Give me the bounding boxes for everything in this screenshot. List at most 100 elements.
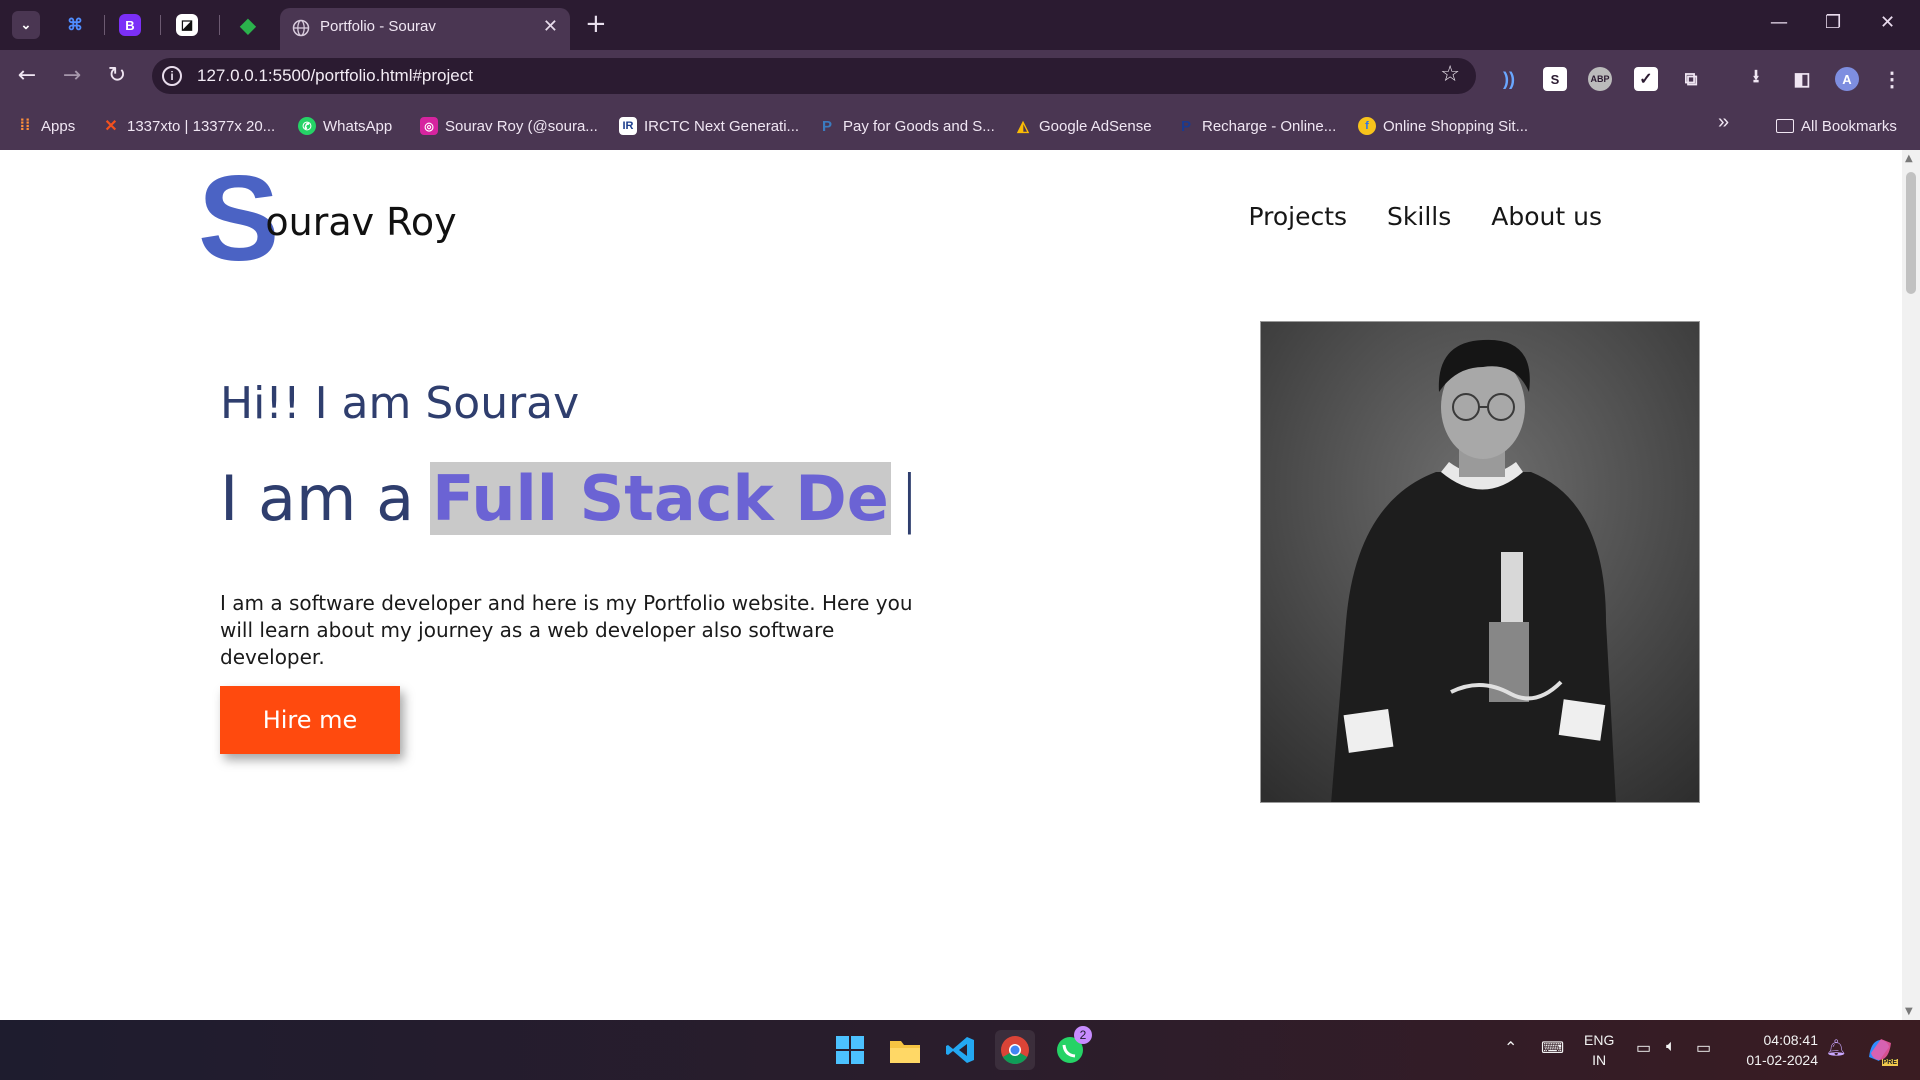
profile-avatar-icon[interactable]: A: [1835, 67, 1859, 91]
show-hidden-icons-icon[interactable]: ⌃: [1504, 1038, 1517, 1058]
bookmark-whatsapp[interactable]: ✆ WhatsApp: [298, 116, 392, 136]
whatsapp-taskbar-icon[interactable]: 2: [1050, 1026, 1092, 1070]
irctc-icon: IR: [619, 117, 637, 135]
file-explorer-icon[interactable]: [885, 1030, 925, 1070]
region-code: IN: [1592, 1052, 1607, 1068]
hero-role: I am a Full Stack De |: [220, 462, 920, 535]
scroll-up-icon[interactable]: ▲: [1905, 153, 1913, 164]
tab-separator: [160, 15, 161, 35]
tab-separator: [219, 15, 220, 35]
pinned-tab-feedly-icon[interactable]: ◆: [234, 11, 262, 39]
new-tab-button[interactable]: +: [585, 9, 607, 39]
volume-icon[interactable]: 🔈︎: [1666, 1038, 1676, 1056]
address-bar[interactable]: i 127.0.0.1:5500/portfolio.html#project …: [152, 58, 1476, 94]
adblock-plus-icon[interactable]: ABP: [1588, 67, 1612, 91]
paytm-icon: P: [1180, 117, 1191, 135]
language-indicator[interactable]: ENG IN: [1584, 1030, 1614, 1070]
windows-start-icon[interactable]: [830, 1030, 870, 1070]
checkmark-extension-icon[interactable]: ✓: [1634, 67, 1658, 91]
pinned-tab-notion-icon[interactable]: ◪: [176, 14, 198, 36]
bookmarks-bar: ⁞⁞ Apps ✕ 1337xto | 13377x 20... ✆ Whats…: [0, 100, 1920, 150]
menu-kebab-icon[interactable]: ⋮: [1880, 67, 1904, 91]
bookmark-instagram[interactable]: ◎ Sourav Roy (@soura...: [420, 116, 598, 136]
bookmark-label: Pay for Goods and S...: [843, 117, 995, 135]
bookmark-label: 1337xto | 13377x 20...: [127, 117, 276, 135]
s-extension-icon[interactable]: S: [1543, 67, 1567, 91]
page-scrollbar[interactable]: ▲ ▼: [1902, 150, 1920, 1020]
all-bookmarks-button[interactable]: All Bookmarks: [1776, 116, 1897, 136]
pinned-tab-stackblitz-icon[interactable]: ⌘: [61, 11, 89, 39]
instagram-icon: ◎: [420, 117, 438, 135]
site-logo[interactable]: S ourav Roy: [198, 150, 457, 286]
paypal-icon: P: [821, 117, 832, 135]
browser-toolbar: ← → ↻ i 127.0.0.1:5500/portfolio.html#pr…: [0, 50, 1920, 100]
read-aloud-extension-icon[interactable]: )): [1497, 67, 1521, 91]
whatsapp-badge: 2: [1074, 1026, 1092, 1044]
extensions-puzzle-icon[interactable]: ⧉: [1679, 67, 1703, 91]
tab-search-dropdown-icon[interactable]: ⌄: [12, 11, 40, 39]
hero-description: I am a software developer and here is my…: [220, 591, 913, 669]
network-icon[interactable]: ▭: [1636, 1038, 1651, 1058]
apps-grid-icon: ⁞⁞: [19, 117, 31, 134]
pinned-tab-bootstrap-icon[interactable]: B: [119, 14, 141, 36]
bookmark-label: IRCTC Next Generati...: [644, 117, 800, 135]
chrome-icon[interactable]: [995, 1030, 1035, 1070]
tab-portfolio[interactable]: Portfolio - Sourav ✕: [280, 8, 570, 50]
adsense-icon: ◭: [1017, 118, 1029, 135]
battery-icon[interactable]: ▭: [1696, 1038, 1711, 1058]
tab-title: Portfolio - Sourav: [320, 18, 436, 35]
more-bookmarks-icon: »: [1718, 110, 1730, 133]
scrollbar-thumb[interactable]: [1906, 172, 1916, 294]
bookmark-paypal[interactable]: P Pay for Goods and S...: [818, 116, 995, 136]
bookmark-label: Sourav Roy (@soura...: [445, 117, 598, 135]
hire-me-button[interactable]: Hire me: [220, 686, 400, 754]
folder-icon: [1776, 119, 1794, 133]
forward-icon[interactable]: →: [59, 62, 85, 88]
whatsapp-icon: ✆: [298, 117, 316, 135]
tab-strip: ⌄ ⌘ B ◪ ◆ Portfolio - Sourav ✕ + — ❐ ✕: [0, 0, 1920, 50]
hero-greeting: Hi!! I am Sourav: [220, 378, 580, 429]
windows-taskbar: 2 ⌃ ⌨ ENG IN ▭ 🔈︎ ▭ 04:08:41 01-02-2024 …: [0, 1020, 1920, 1080]
back-icon[interactable]: ←: [14, 62, 40, 88]
bookmark-apps[interactable]: ⁞⁞ Apps: [16, 116, 76, 136]
nav-skills[interactable]: Skills: [1387, 202, 1451, 231]
minimize-icon[interactable]: —: [1770, 12, 1788, 33]
1337x-icon: ✕: [104, 118, 118, 135]
nav-projects[interactable]: Projects: [1248, 202, 1347, 231]
clock-time: 04:08:41: [1763, 1032, 1819, 1048]
close-tab-icon[interactable]: ✕: [543, 16, 558, 37]
portfolio-page: S ourav Roy Projects Skills About us Hi!…: [0, 150, 1902, 1020]
notification-bell-icon[interactable]: 🔔︎: [1826, 1038, 1846, 1058]
globe-icon: [292, 19, 310, 37]
copilot-preview-label: PRE: [1881, 1059, 1898, 1066]
scroll-down-icon[interactable]: ▼: [1905, 1006, 1913, 1017]
bookmark-label: Apps: [41, 117, 76, 135]
bookmark-paytm[interactable]: P Recharge - Online...: [1177, 116, 1336, 136]
flipkart-icon: f: [1358, 117, 1376, 135]
role-prefix: I am a: [220, 462, 415, 535]
bookmark-flipkart[interactable]: f Online Shopping Sit...: [1358, 116, 1528, 136]
lang-code: ENG: [1584, 1032, 1615, 1048]
nav-about-us[interactable]: About us: [1491, 202, 1602, 231]
more-bookmarks-button[interactable]: »: [1718, 110, 1730, 133]
profile-photo-illustration: [1261, 322, 1699, 802]
url-text[interactable]: 127.0.0.1:5500/portfolio.html#project: [197, 66, 473, 86]
system-clock[interactable]: 04:08:41 01-02-2024: [1746, 1030, 1818, 1070]
bookmark-1337x[interactable]: ✕ 1337xto | 13377x 20...: [102, 116, 275, 136]
restore-icon[interactable]: ❐: [1825, 12, 1841, 33]
vscode-icon[interactable]: [940, 1030, 980, 1070]
site-info-icon[interactable]: i: [162, 66, 182, 86]
downloads-icon[interactable]: ⭳: [1744, 66, 1768, 91]
keyboard-icon[interactable]: ⌨: [1541, 1038, 1564, 1058]
copilot-icon[interactable]: PRE: [1862, 1032, 1898, 1068]
role-typed-text: Full Stack De: [430, 462, 891, 535]
bookmark-irctc[interactable]: IR IRCTC Next Generati...: [619, 116, 799, 136]
close-window-icon[interactable]: ✕: [1880, 12, 1895, 33]
site-nav: Projects Skills About us: [1248, 202, 1602, 231]
tab-separator: [104, 15, 105, 35]
side-panel-icon[interactable]: ◧: [1790, 67, 1814, 91]
reload-icon[interactable]: ↻: [104, 62, 130, 88]
bookmark-adsense[interactable]: ◭ Google AdSense: [1014, 116, 1151, 136]
logo-letter: S: [198, 150, 279, 286]
bookmark-star-icon[interactable]: ☆: [1440, 62, 1460, 87]
